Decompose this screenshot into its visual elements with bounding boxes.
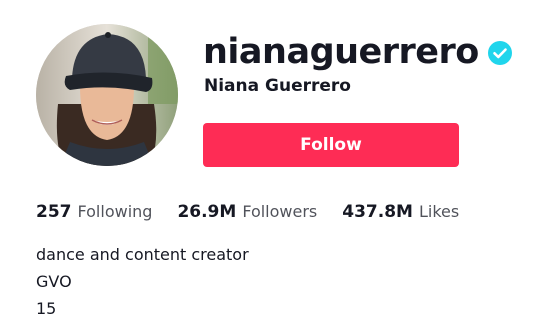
username: nianaguerrero (203, 31, 479, 72)
stat-label: Followers (242, 202, 318, 221)
bio: dance and content creator GVO 15 (36, 241, 249, 322)
follow-button[interactable]: Follow (203, 123, 459, 167)
stat-likes: 437.8M Likes (342, 202, 459, 222)
profile-photo (36, 24, 178, 166)
stat-followers[interactable]: 26.9M Followers (177, 202, 317, 222)
stat-number: 437.8M (342, 202, 413, 222)
stat-number: 26.9M (177, 202, 237, 222)
stat-label: Likes (418, 202, 460, 221)
stat-number: 257 (36, 202, 72, 222)
verified-check-icon (487, 41, 512, 65)
bio-line: 15 (36, 299, 57, 318)
avatar[interactable] (36, 24, 178, 166)
profile-stats: 257 Following 26.9M Followers 437.8M Lik… (36, 202, 484, 222)
bio-line: dance and content creator (36, 245, 249, 264)
stat-label: Following (77, 202, 153, 221)
bio-line: GVO (36, 272, 72, 291)
stat-following[interactable]: 257 Following (36, 202, 152, 222)
display-name: Niana Guerrero (204, 76, 351, 96)
username-row: nianaguerrero (203, 24, 512, 80)
